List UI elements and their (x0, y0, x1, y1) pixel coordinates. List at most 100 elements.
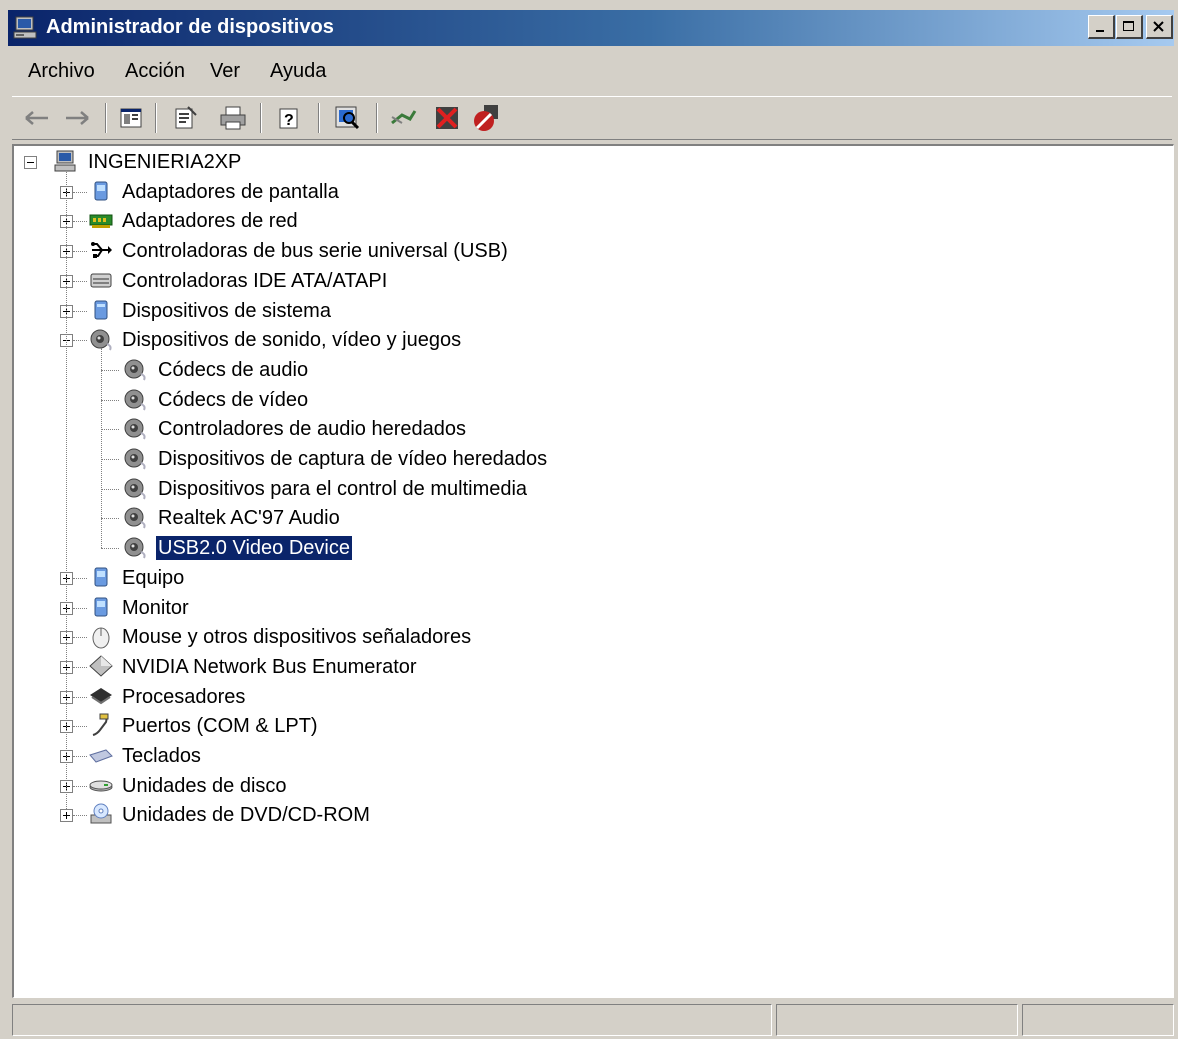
status-pane-main (12, 1004, 772, 1036)
port-icon (92, 713, 109, 737)
tree-category[interactable]: Teclados (14, 742, 1164, 770)
usb-icon (91, 242, 112, 259)
tree-item-label: Unidades de disco (122, 774, 287, 797)
tree-item-label: Controladores de audio heredados (158, 418, 466, 441)
toolbar-separator (260, 103, 262, 133)
minimize-button[interactable] (1088, 15, 1115, 39)
tree-category[interactable]: Procesadores (14, 683, 1164, 711)
tree-category[interactable]: Unidades de disco (14, 772, 1164, 800)
tree-item-label: NVIDIA Network Bus Enumerator (122, 655, 417, 678)
tree-item-label: Realtek AC'97 Audio (158, 507, 340, 530)
uninstall-icon[interactable] (432, 103, 462, 133)
processor-icon (90, 687, 112, 704)
sound-icon (124, 448, 146, 470)
toolbar-separator (155, 103, 157, 133)
tree-category[interactable]: NVIDIA Network Bus Enumerator (14, 653, 1164, 681)
tree-item-label: Controladoras IDE ATA/ATAPI (122, 269, 388, 292)
monitor-icon (94, 597, 108, 616)
tree-item-label: Dispositivos de captura de vídeo heredad… (158, 448, 548, 470)
toolbar-separator (376, 103, 378, 133)
disable-icon[interactable] (472, 103, 502, 133)
tree-item-label: Códecs de audio (158, 358, 309, 381)
tree-item-label: Dispositivos para el control de multimed… (158, 477, 528, 500)
tree-device[interactable]: Controladores de audio heredados (14, 415, 1164, 443)
tree-line-vertical (66, 170, 67, 810)
tree-root[interactable]: INGENIERIA2XP (14, 148, 1164, 176)
disk-drive-icon (89, 780, 113, 792)
toolbar: ? (12, 96, 1172, 140)
svg-text:?: ? (284, 112, 294, 129)
tree-category[interactable]: Dispositivos de sonido, vídeo y juegos (14, 326, 1164, 354)
toolbar-separator (105, 103, 107, 133)
tree-item-label: Unidades de DVD/CD-ROM (122, 804, 370, 827)
tree-device[interactable]: Códecs de audio (14, 356, 1164, 384)
tree-item-label: INGENIERIA2XP (88, 151, 242, 173)
update-driver-icon[interactable] (388, 103, 418, 133)
maximize-icon (1123, 21, 1134, 31)
tree-category[interactable]: Adaptadores de pantalla (14, 178, 1164, 206)
maximize-button[interactable] (1116, 15, 1143, 39)
sound-icon (124, 418, 146, 440)
tree-category[interactable]: Unidades de DVD/CD-ROM (14, 801, 1164, 829)
tree-item-label: Adaptadores de pantalla (122, 180, 339, 203)
tree-item-label: Equipo (122, 566, 185, 589)
dvd-drive-icon (90, 803, 112, 824)
print-icon[interactable] (218, 103, 248, 133)
network-adapter-icon (89, 214, 113, 229)
menu-accion[interactable]: Acción (125, 60, 185, 83)
tree-item-label: Controladoras de bus serie universal (US… (122, 240, 508, 263)
device-tree[interactable]: INGENIERIA2XP Adaptadores de pantalla Adap… (12, 144, 1174, 998)
computer-monitor-icon (94, 567, 108, 587)
computer-icon (54, 150, 76, 172)
tree-item-label: Adaptadores de red (122, 210, 298, 233)
tree-item-label: Monitor (122, 596, 189, 619)
diamond-icon (89, 655, 113, 677)
title-bar[interactable]: Administrador de dispositivos (8, 10, 1174, 46)
tree-item-label: Puertos (COM & LPT) (122, 715, 318, 738)
tree-item-label: Mouse y otros dispositivos señaladores (122, 626, 472, 649)
tree-line-vertical (101, 347, 102, 549)
properties-icon[interactable] (170, 103, 200, 133)
close-button[interactable] (1146, 15, 1173, 39)
tree-item-label: Dispositivos de sistema (122, 299, 331, 322)
tree-category[interactable]: Monitor (14, 594, 1164, 622)
collapse-toggle[interactable] (24, 156, 37, 169)
tree-device[interactable]: USB2.0 Video Device (14, 534, 1164, 562)
tree-item-label: Procesadores (122, 685, 246, 708)
ide-controller-icon (90, 273, 112, 288)
computer-icon (13, 16, 37, 39)
menu-ver[interactable]: Ver (210, 60, 240, 83)
show-hide-tree-icon[interactable] (116, 103, 146, 133)
tree-category[interactable]: Equipo (14, 564, 1164, 592)
expand-toggle[interactable] (60, 809, 73, 823)
status-pane-3 (1022, 1004, 1174, 1036)
tree-category[interactable]: Controladoras IDE ATA/ATAPI (14, 267, 1164, 295)
tree-category[interactable]: Adaptadores de red (14, 207, 1164, 235)
menu-archivo[interactable]: Archivo (28, 60, 95, 83)
menu-bar: Archivo Acción Ver Ayuda (12, 52, 1172, 92)
scan-hardware-icon[interactable] (332, 103, 362, 133)
system-device-icon (94, 300, 108, 319)
status-pane-2 (776, 1004, 1018, 1036)
tree-device[interactable]: Códecs de vídeo (14, 386, 1164, 414)
device-manager-window: Administrador de dispositivos Archivo Ac… (0, 0, 1178, 1039)
keyboard-icon (89, 749, 113, 763)
tree-item-label: Códecs de vídeo (158, 388, 309, 411)
tree-item-label: USB2.0 Video Device (155, 535, 353, 562)
tree-device[interactable]: Dispositivos de captura de vídeo heredad… (14, 445, 1164, 473)
tree-device[interactable]: Dispositivos para el control de multimed… (14, 475, 1164, 503)
tree-category[interactable]: Mouse y otros dispositivos señaladores (14, 623, 1164, 651)
sound-icon (124, 389, 146, 411)
tree-category[interactable]: Dispositivos de sistema (14, 297, 1164, 325)
tree-category[interactable]: Puertos (COM & LPT) (14, 712, 1164, 740)
sound-icon (124, 478, 146, 500)
minimize-icon (1096, 30, 1104, 32)
tree-device[interactable]: Realtek AC'97 Audio (14, 504, 1164, 532)
sound-icon (124, 537, 146, 559)
help-icon[interactable]: ? (274, 103, 304, 133)
tree-category[interactable]: Controladoras de bus serie universal (US… (14, 237, 1164, 265)
menu-ayuda[interactable]: Ayuda (270, 60, 326, 83)
back-arrow-icon[interactable] (22, 103, 52, 133)
sound-icon (124, 507, 146, 529)
forward-arrow-icon[interactable] (62, 103, 92, 133)
